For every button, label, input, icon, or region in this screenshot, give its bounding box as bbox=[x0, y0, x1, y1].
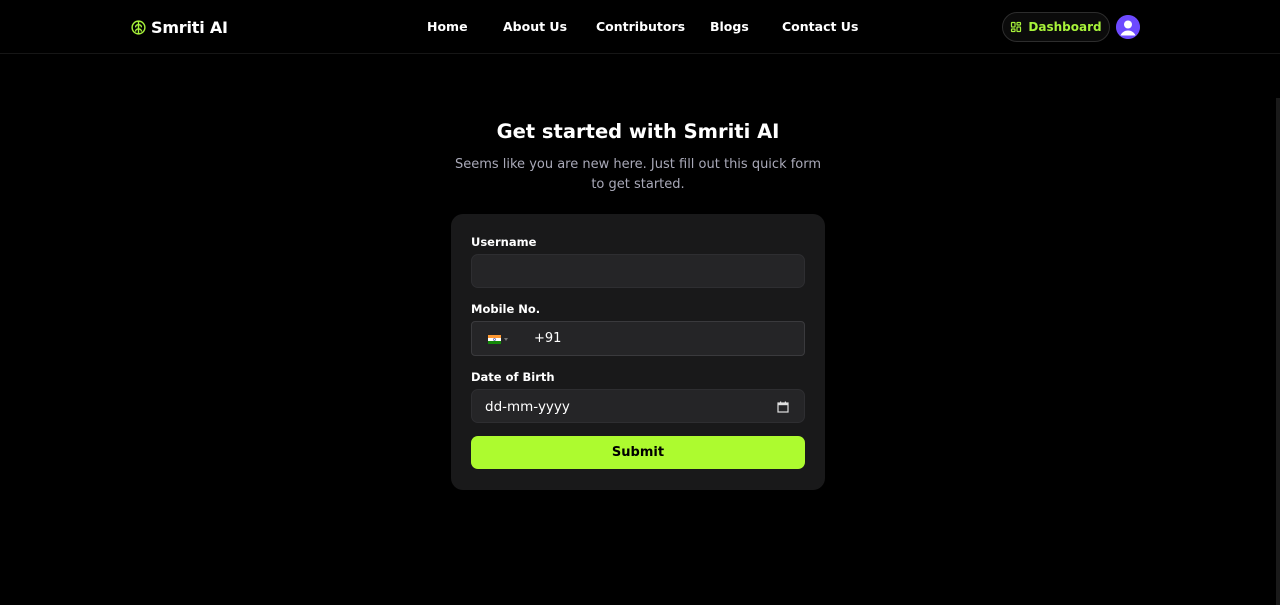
brand-name: Smriti AI bbox=[151, 17, 228, 37]
signup-form-card: Username Mobile No. +91 Date of Birth dd… bbox=[451, 214, 825, 490]
chevron-down-icon bbox=[504, 337, 508, 341]
navbar: Smriti AI Home About Us Contributors Blo… bbox=[0, 0, 1280, 54]
nav-link-about-us[interactable]: About Us bbox=[503, 19, 567, 34]
country-code-select[interactable] bbox=[488, 333, 508, 345]
india-flag-icon bbox=[488, 334, 501, 344]
dashboard-button[interactable]: Dashboard bbox=[1002, 12, 1110, 42]
submit-label: Submit bbox=[611, 445, 665, 460]
page-title: Get started with Smriti AI bbox=[496, 120, 780, 143]
page-scrollbar[interactable] bbox=[1276, 98, 1280, 605]
nav-link-contact-us[interactable]: Contact Us bbox=[782, 19, 858, 34]
mobile-value: +91 bbox=[534, 331, 562, 346]
page-subtitle: Seems like you are new here. Just fill o… bbox=[454, 157, 822, 192]
username-label: Username bbox=[471, 235, 537, 249]
submit-button[interactable]: Submit bbox=[471, 436, 805, 469]
nav-link-home[interactable]: Home bbox=[427, 19, 468, 34]
mobile-input[interactable]: +91 bbox=[471, 321, 805, 356]
dob-input[interactable]: dd-mm-yyyy bbox=[471, 389, 805, 423]
nav-link-contributors[interactable]: Contributors bbox=[596, 19, 685, 34]
brand-logo[interactable]: Smriti AI bbox=[130, 17, 228, 37]
grid-icon bbox=[1011, 21, 1022, 33]
nav-link-blogs[interactable]: Blogs bbox=[710, 19, 749, 34]
username-input[interactable] bbox=[471, 254, 805, 288]
dob-placeholder: dd-mm-yyyy bbox=[485, 399, 570, 415]
user-avatar-icon bbox=[1116, 15, 1140, 39]
calendar-icon[interactable] bbox=[777, 401, 789, 413]
mobile-label: Mobile No. bbox=[471, 302, 541, 316]
dob-label: Date of Birth bbox=[471, 370, 555, 384]
brain-icon bbox=[131, 19, 146, 35]
dashboard-label: Dashboard bbox=[1028, 20, 1102, 34]
user-avatar[interactable] bbox=[1116, 15, 1140, 39]
